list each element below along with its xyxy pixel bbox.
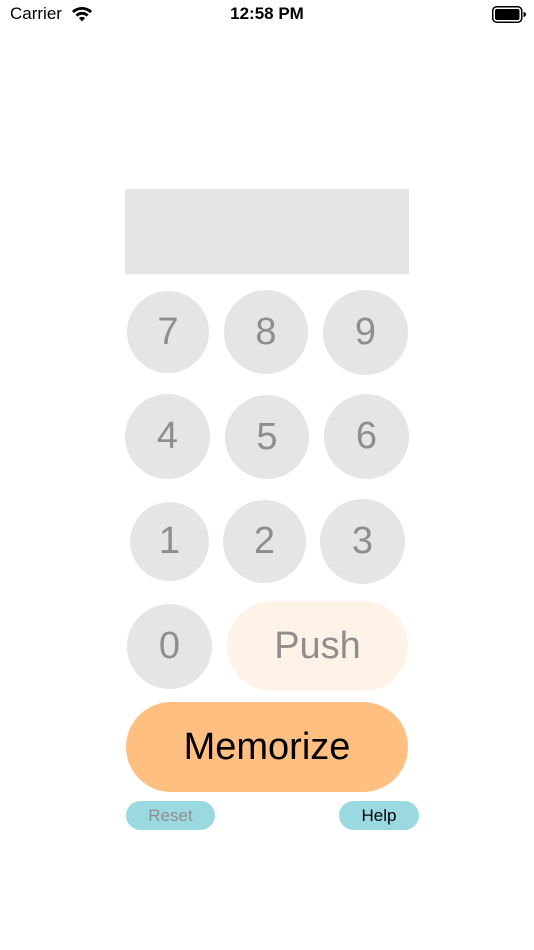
key-4[interactable]: 4 [125,394,210,479]
status-bar: Carrier 12:58 PM [0,0,534,32]
app-screen: Carrier 12:58 PM 7 8 9 4 5 6 1 2 3 0 Pus… [0,0,534,950]
key-1[interactable]: 1 [130,502,209,581]
key-7[interactable]: 7 [127,291,209,373]
key-2[interactable]: 2 [223,500,306,583]
key-9[interactable]: 9 [323,290,408,375]
key-0[interactable]: 0 [127,604,212,689]
key-5[interactable]: 5 [225,395,309,479]
reset-button[interactable]: Reset [126,801,215,830]
help-button[interactable]: Help [339,801,419,830]
clock-time: 12:58 PM [230,4,304,23]
push-button[interactable]: Push [227,601,408,691]
key-8[interactable]: 8 [224,290,308,374]
battery-icon [492,6,526,23]
memorize-button[interactable]: Memorize [126,702,408,792]
number-display [125,189,409,274]
key-6[interactable]: 6 [324,394,409,479]
key-3[interactable]: 3 [320,499,405,584]
